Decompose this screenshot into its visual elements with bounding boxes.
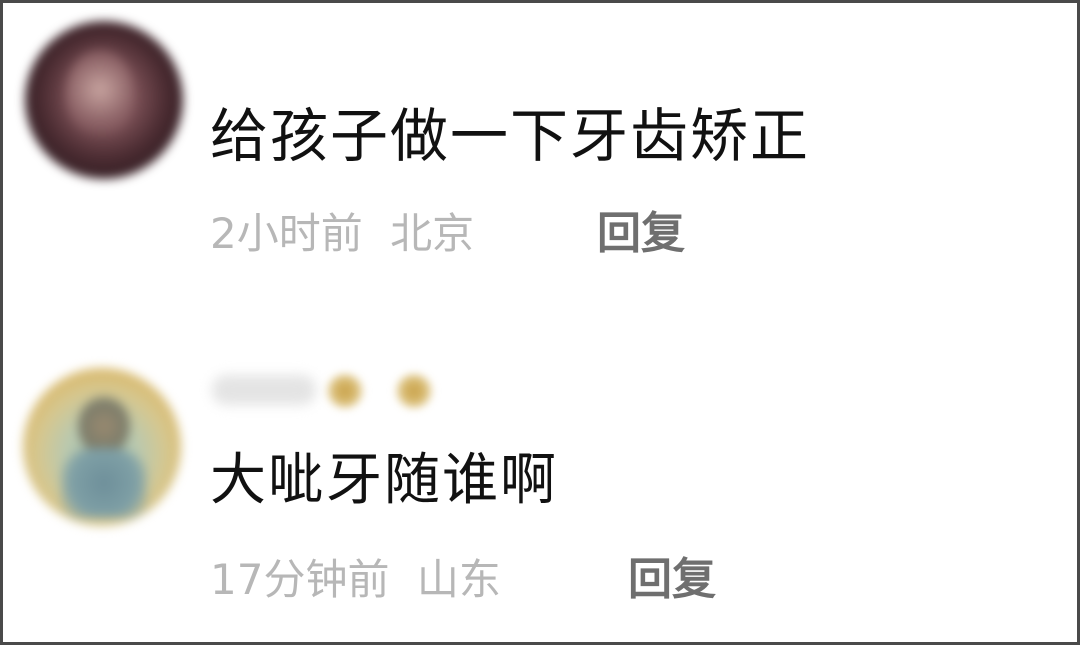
comment-location: 山东 <box>416 555 501 604</box>
comment-location: 北京 <box>390 209 475 258</box>
comment-meta: 2小时前 北京 <box>210 213 474 255</box>
comment-time: 17分钟前 <box>210 555 390 604</box>
avatar[interactable] <box>25 21 183 179</box>
reply-button[interactable]: 回复 <box>597 212 685 256</box>
emoji-icon <box>395 373 433 409</box>
comment-time: 2小时前 <box>210 209 363 258</box>
avatar[interactable] <box>23 368 181 526</box>
comment-text: 给孩子做一下牙齿矫正 <box>210 102 811 170</box>
username-blurred[interactable] <box>210 365 450 415</box>
username-redacted-block <box>212 375 316 405</box>
comment-section: 给孩子做一下牙齿矫正 2小时前 北京 回复 大呲牙随谁啊 17分钟前 山东 回复 <box>0 0 1080 645</box>
comment-meta: 17分钟前 山东 <box>210 559 501 601</box>
emoji-icon <box>326 373 364 409</box>
comment-text: 大呲牙随谁啊 <box>210 448 558 513</box>
reply-button[interactable]: 回复 <box>628 558 716 602</box>
